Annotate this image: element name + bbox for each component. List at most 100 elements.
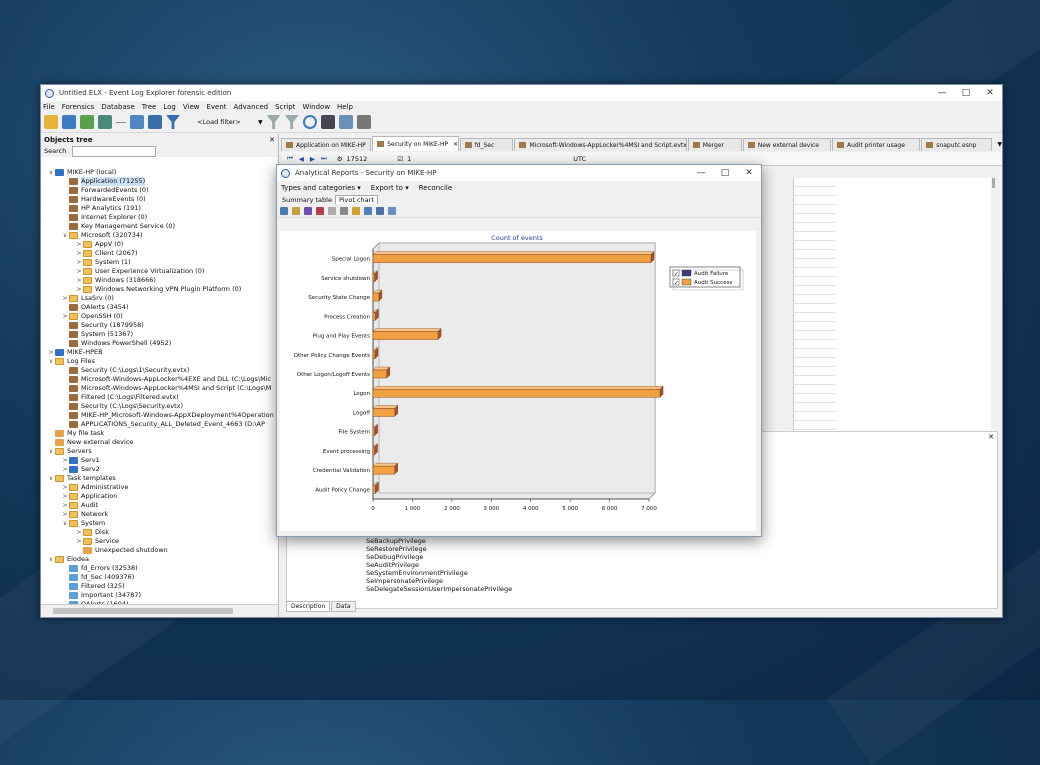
tree-node[interactable]: ∨ MIKE-HP (local): [41, 168, 278, 177]
expand-icon[interactable]: >: [75, 285, 83, 294]
menu-reconcile[interactable]: Reconcile: [419, 184, 452, 192]
collapse-icon[interactable]: ∨: [47, 474, 55, 483]
collapse-icon[interactable]: ∨: [47, 555, 55, 564]
expand-icon[interactable]: >: [61, 510, 69, 519]
document-tab[interactable]: New external device: [742, 138, 831, 151]
tree-node[interactable]: ∨ Servers: [41, 447, 278, 456]
more-tabs-icon[interactable]: ▼: [997, 141, 1002, 148]
tree-node[interactable]: Internet Explorer (0): [41, 213, 278, 222]
tree-node[interactable]: > LsaSrv (0): [41, 294, 278, 303]
properties-icon[interactable]: [338, 115, 353, 129]
tree-node[interactable]: HP Analytics (191): [41, 204, 278, 213]
3d-view-icon[interactable]: [328, 206, 336, 215]
open-chart-icon[interactable]: [292, 206, 300, 215]
tree-node[interactable]: HardwareEvents (0): [41, 195, 278, 204]
collapse-icon[interactable]: ∨: [61, 231, 69, 240]
event-list-scrollbar[interactable]: [992, 178, 995, 188]
tree-node[interactable]: ∨ Log Files: [41, 357, 278, 366]
load-filter-select[interactable]: <Load filter>: [184, 118, 254, 126]
tree-node[interactable]: Security (C:\Logs\1\Security.evtx): [41, 366, 278, 375]
previous-page-icon[interactable]: ◀: [299, 155, 304, 163]
menu-forensics[interactable]: Forensics: [62, 103, 95, 111]
tab-description[interactable]: Description: [286, 601, 331, 612]
tab-summary-table[interactable]: Summary table: [279, 196, 335, 204]
expand-icon[interactable]: >: [75, 249, 83, 258]
tree-node[interactable]: > OpenSSH (0): [41, 312, 278, 321]
expand-icon[interactable]: >: [61, 483, 69, 492]
tree-node[interactable]: fd_Errors (32538): [41, 564, 278, 573]
tree-node[interactable]: > Audit: [41, 501, 278, 510]
menu-advanced[interactable]: Advanced: [234, 103, 269, 111]
tools-icon[interactable]: [340, 206, 348, 215]
expand-icon[interactable]: >: [61, 492, 69, 501]
next-page-icon[interactable]: ▶: [310, 155, 315, 163]
save-icon[interactable]: [148, 115, 162, 129]
menu-file[interactable]: File: [43, 103, 55, 111]
tree-node[interactable]: Microsoft-Windows-AppLocker%4EXE and DLL…: [41, 375, 278, 384]
tree-node[interactable]: > Windows Networking VPN Plugin Platform …: [41, 285, 278, 294]
menu-log[interactable]: Log: [163, 103, 176, 111]
tree-node[interactable]: > Windows (318666): [41, 276, 278, 285]
menu-script[interactable]: Script: [275, 103, 295, 111]
menu-view[interactable]: View: [183, 103, 200, 111]
document-tab[interactable]: Microsoft-Windows-AppLocker%4MSI and Scr…: [514, 138, 687, 151]
tree-node[interactable]: > MIKE-HPEB: [41, 348, 278, 357]
expand-icon[interactable]: >: [61, 294, 69, 303]
expand-icon[interactable]: >: [61, 465, 69, 474]
minimize-icon[interactable]: —: [930, 85, 954, 101]
dialog-maximize-icon[interactable]: □: [713, 165, 737, 181]
menu-help[interactable]: Help: [337, 103, 353, 111]
expand-icon[interactable]: >: [75, 276, 83, 285]
open-computer-icon[interactable]: [62, 115, 76, 129]
close-icon[interactable]: ✕: [978, 85, 1002, 101]
open-folder-icon[interactable]: [44, 115, 58, 129]
legend-icon[interactable]: [364, 206, 372, 215]
tree-node[interactable]: > System (1): [41, 258, 278, 267]
tree-node[interactable]: > Serv1: [41, 456, 278, 465]
chart-wizard-icon[interactable]: [280, 206, 288, 215]
tab-data[interactable]: Data: [331, 601, 356, 612]
dialog-close-icon[interactable]: ✕: [737, 165, 761, 181]
expand-icon[interactable]: >: [61, 456, 69, 465]
event-list-grid[interactable]: [793, 178, 837, 434]
tree-node[interactable]: ∨ System: [41, 519, 278, 528]
menu-database[interactable]: Database: [101, 103, 134, 111]
tree-node[interactable]: Filtered (325): [41, 582, 278, 591]
close-tab-icon[interactable]: ✕: [453, 141, 457, 148]
menu-export-to[interactable]: Export to ▾: [371, 184, 409, 192]
filter-options-icon[interactable]: [284, 115, 299, 129]
tree-node[interactable]: Security (C:\Logs\Security.evtx): [41, 402, 278, 411]
tree-node[interactable]: > Serv2: [41, 465, 278, 474]
collapse-icon[interactable]: ∨: [47, 168, 55, 177]
last-page-icon[interactable]: ⏭: [321, 154, 327, 163]
dialog-minimize-icon[interactable]: —: [689, 165, 713, 181]
tree-node[interactable]: fd_Sec (409376): [41, 573, 278, 582]
first-page-icon[interactable]: ⏮: [287, 154, 293, 163]
event-list-area[interactable]: [836, 178, 991, 434]
close-description-icon[interactable]: ✕: [988, 433, 994, 441]
tree-node[interactable]: ∨ Task templates: [41, 474, 278, 483]
document-tab[interactable]: Audit printer usage: [831, 138, 921, 151]
menu-event[interactable]: Event: [206, 103, 226, 111]
tree-node[interactable]: > Network: [41, 510, 278, 519]
expand-icon[interactable]: >: [75, 240, 83, 249]
filter-icon[interactable]: [166, 115, 180, 129]
document-tab[interactable]: snaputc.esnp: [921, 138, 993, 151]
tree-node[interactable]: ∨ Microsoft (320734): [41, 231, 278, 240]
menu-tree[interactable]: Tree: [142, 103, 157, 111]
expand-icon[interactable]: >: [75, 267, 83, 276]
tree-node[interactable]: > Service: [41, 537, 278, 546]
refresh-icon[interactable]: [302, 115, 317, 129]
chart-type-icon[interactable]: [304, 206, 312, 215]
close-pane-icon[interactable]: ✕: [269, 136, 275, 144]
tab-pivot-chart[interactable]: Pivot chart: [334, 195, 378, 204]
tree-node[interactable]: Unexpected shutdown: [41, 546, 278, 555]
find-icon[interactable]: [320, 115, 335, 129]
document-tab[interactable]: Application on MIKE-HP: [281, 138, 372, 151]
search-input[interactable]: [72, 145, 157, 157]
expand-icon[interactable]: >: [61, 501, 69, 510]
tree-node[interactable]: Windows PowerShell (4952): [41, 339, 278, 348]
collapse-icon[interactable]: ∨: [47, 447, 55, 456]
tree-node[interactable]: Security (1879958): [41, 321, 278, 330]
tree-node[interactable]: Important (34787): [41, 591, 278, 600]
